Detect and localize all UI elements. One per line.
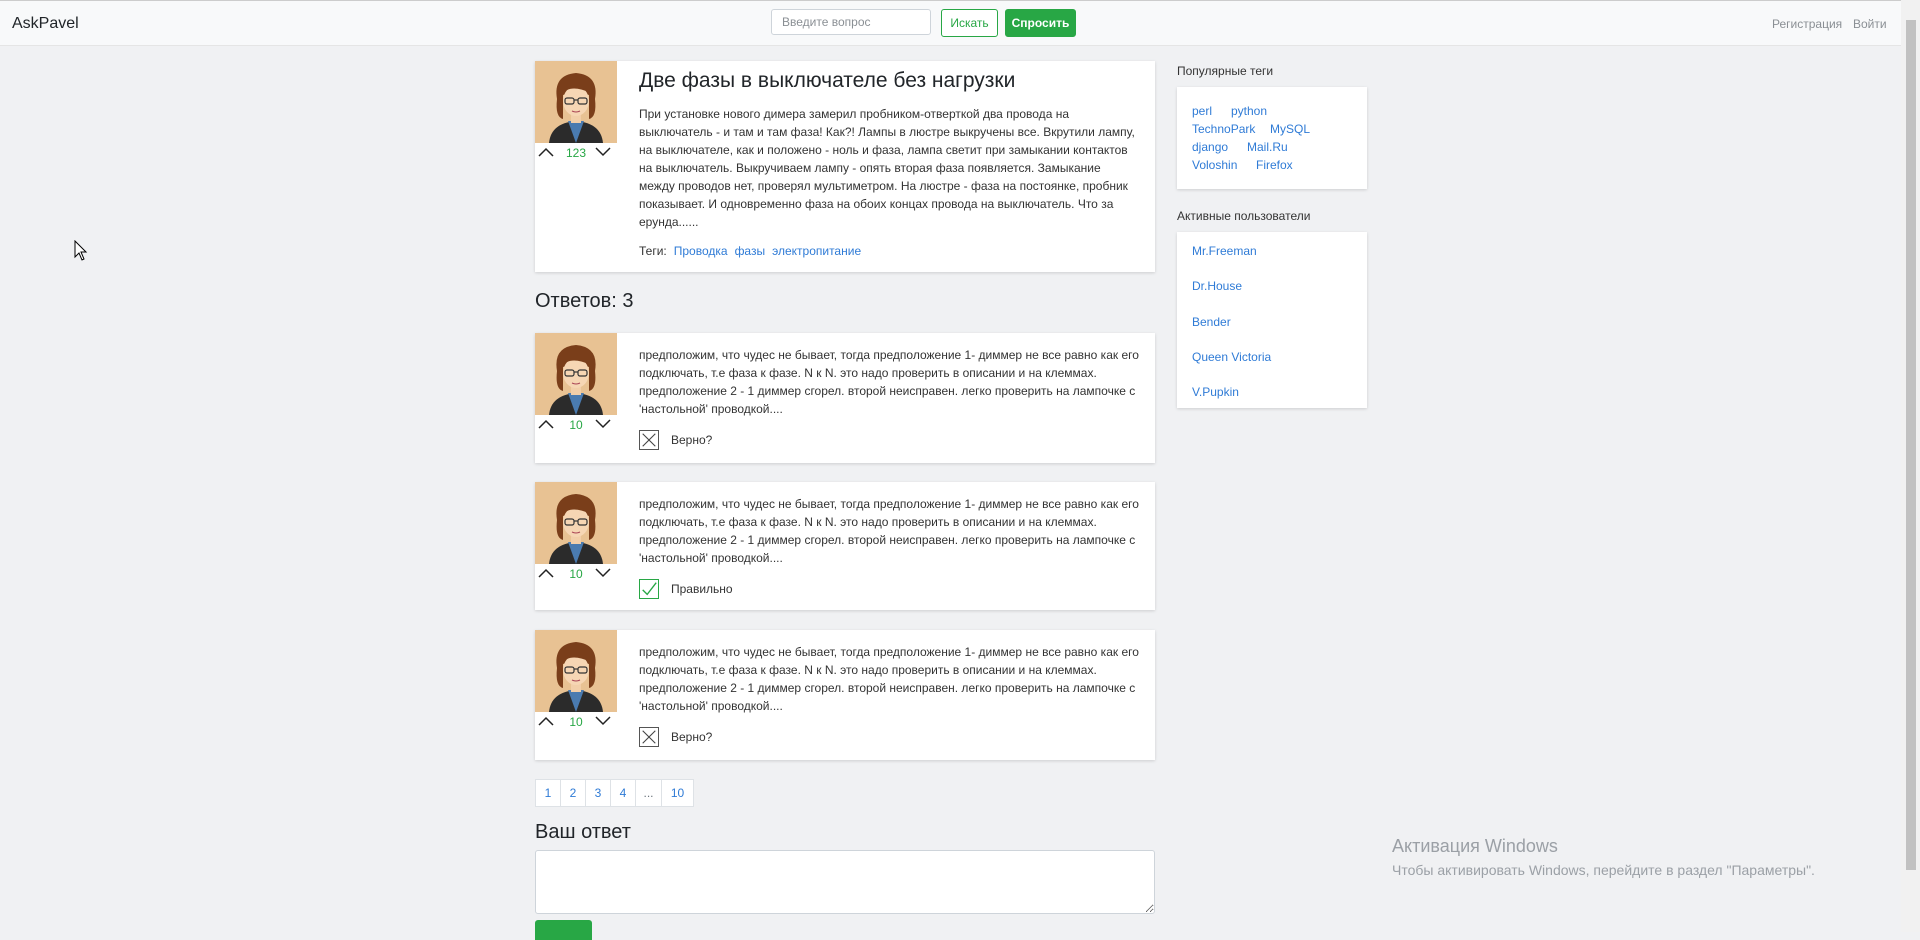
answer-body: предположим, что чудес не бывает, тогда … — [639, 497, 1139, 565]
page-link[interactable]: 2 — [560, 779, 586, 807]
tag-link[interactable]: django — [1192, 140, 1228, 154]
tag-link[interactable]: Voloshin — [1192, 158, 1237, 172]
popular-tags-heading: Популярные теги — [1177, 64, 1274, 78]
tag-link[interactable]: MySQL — [1270, 122, 1310, 136]
page-link[interactable]: 1 — [535, 779, 561, 807]
avatar[interactable] — [535, 61, 617, 143]
answer-body: предположим, что чудес не бывает, тогда … — [639, 645, 1139, 713]
page-link[interactable]: 3 — [585, 779, 611, 807]
user-link[interactable]: Bender — [1192, 315, 1231, 329]
person-icon — [549, 642, 603, 712]
vote-controls: 10 — [535, 564, 617, 584]
ask-button[interactable]: Спросить — [1005, 9, 1076, 37]
user-link[interactable]: Dr.House — [1192, 279, 1242, 293]
active-users-heading: Активные пользователи — [1177, 209, 1311, 223]
vote-count: 123 — [565, 146, 587, 160]
chevron-down-icon[interactable] — [595, 566, 611, 580]
search-input[interactable] — [771, 9, 931, 35]
page-link[interactable]: 10 — [661, 779, 694, 807]
answers-heading: Ответов: 3 — [535, 290, 634, 312]
vote-count: 10 — [569, 567, 583, 581]
scrollbar-thumb[interactable] — [1906, 20, 1916, 870]
login-link[interactable]: Войти — [1853, 17, 1887, 31]
correct-checkbox-label: Верно? — [671, 433, 713, 447]
vote-controls: 10 — [535, 712, 617, 732]
search-button[interactable]: Искать — [941, 9, 998, 37]
submit-button[interactable] — [535, 920, 592, 940]
avatar[interactable] — [535, 482, 617, 564]
tag-link[interactable]: фазы — [735, 244, 766, 258]
answer-card: 10 предположим, что чудес не бывает, тог… — [535, 333, 1155, 463]
vote-count: 10 — [569, 715, 583, 729]
vote-controls: 10 — [535, 415, 617, 435]
answer-card: 10 предположим, что чудес не бывает, тог… — [535, 630, 1155, 760]
tag-link[interactable]: Mail.Ru — [1247, 140, 1288, 154]
user-link[interactable]: Queen Victoria — [1192, 350, 1271, 364]
windows-activation-subtitle: Чтобы активировать Windows, перейдите в … — [1392, 862, 1815, 878]
chevron-up-icon[interactable] — [538, 145, 554, 159]
tag-link[interactable]: perl — [1192, 104, 1212, 118]
popular-tags-card: perl python TechnoPark MySQL django Mail… — [1177, 87, 1367, 189]
answer-card: 10 предположим, что чудес не бывает, тог… — [535, 482, 1155, 610]
question-body: При установке нового димера замерил проб… — [639, 107, 1135, 229]
tags-label: Теги: — [639, 244, 667, 258]
avatar[interactable] — [535, 630, 617, 712]
vote-count: 10 — [569, 418, 583, 432]
tag-link[interactable]: Проводка — [674, 244, 728, 258]
page-link[interactable]: 4 — [610, 779, 636, 807]
avatar[interactable] — [535, 333, 617, 415]
active-users-card: Mr.Freeman Dr.House Bender Queen Victori… — [1177, 232, 1367, 408]
chevron-up-icon[interactable] — [538, 714, 554, 728]
question-title[interactable]: Две фазы в выключателе без нагрузки — [639, 69, 1015, 93]
vote-controls: 123 — [535, 143, 617, 163]
chevron-down-icon[interactable] — [595, 714, 611, 728]
pagination: 1 2 3 4 ... 10 — [535, 779, 694, 807]
chevron-up-icon[interactable] — [538, 566, 554, 580]
brand-logo[interactable]: AskPavel — [12, 15, 79, 33]
tag-link[interactable]: TechnoPark — [1192, 122, 1255, 136]
chevron-down-icon[interactable] — [595, 145, 611, 159]
page-ellipsis: ... — [635, 779, 662, 807]
correct-checkbox-label: Правильно — [671, 582, 733, 596]
user-link[interactable]: V.Pupkin — [1192, 385, 1239, 399]
user-link[interactable]: Mr.Freeman — [1192, 244, 1257, 258]
correct-checkbox-label: Верно? — [671, 730, 713, 744]
your-answer-heading: Ваш ответ — [535, 821, 631, 843]
windows-activation-title: Активация Windows — [1392, 836, 1558, 856]
tag-link[interactable]: электропитание — [772, 244, 861, 258]
checkbox-unchecked-icon[interactable] — [639, 727, 659, 747]
tag-link[interactable]: python — [1231, 104, 1267, 118]
scrollbar[interactable] — [1901, 0, 1920, 932]
answer-textarea[interactable] — [535, 850, 1155, 914]
person-icon — [549, 345, 603, 415]
checkbox-unchecked-icon[interactable] — [639, 430, 659, 450]
chevron-down-icon[interactable] — [595, 417, 611, 431]
navbar: AskPavel Искать Спросить Регистрация Вой… — [0, 0, 1901, 46]
chevron-up-icon[interactable] — [538, 417, 554, 431]
answer-body: предположим, что чудес не бывает, тогда … — [639, 348, 1139, 416]
question-card: 123 Две фазы в выключателе без нагрузки … — [535, 61, 1155, 272]
register-link[interactable]: Регистрация — [1772, 17, 1842, 31]
person-icon — [549, 494, 603, 564]
tag-link[interactable]: Firefox — [1256, 158, 1293, 172]
person-icon — [549, 73, 603, 143]
mouse-cursor-icon — [74, 240, 88, 261]
question-tags: Теги: Проводка фазы электропитание — [639, 244, 861, 258]
checkbox-checked-icon[interactable] — [639, 579, 659, 599]
